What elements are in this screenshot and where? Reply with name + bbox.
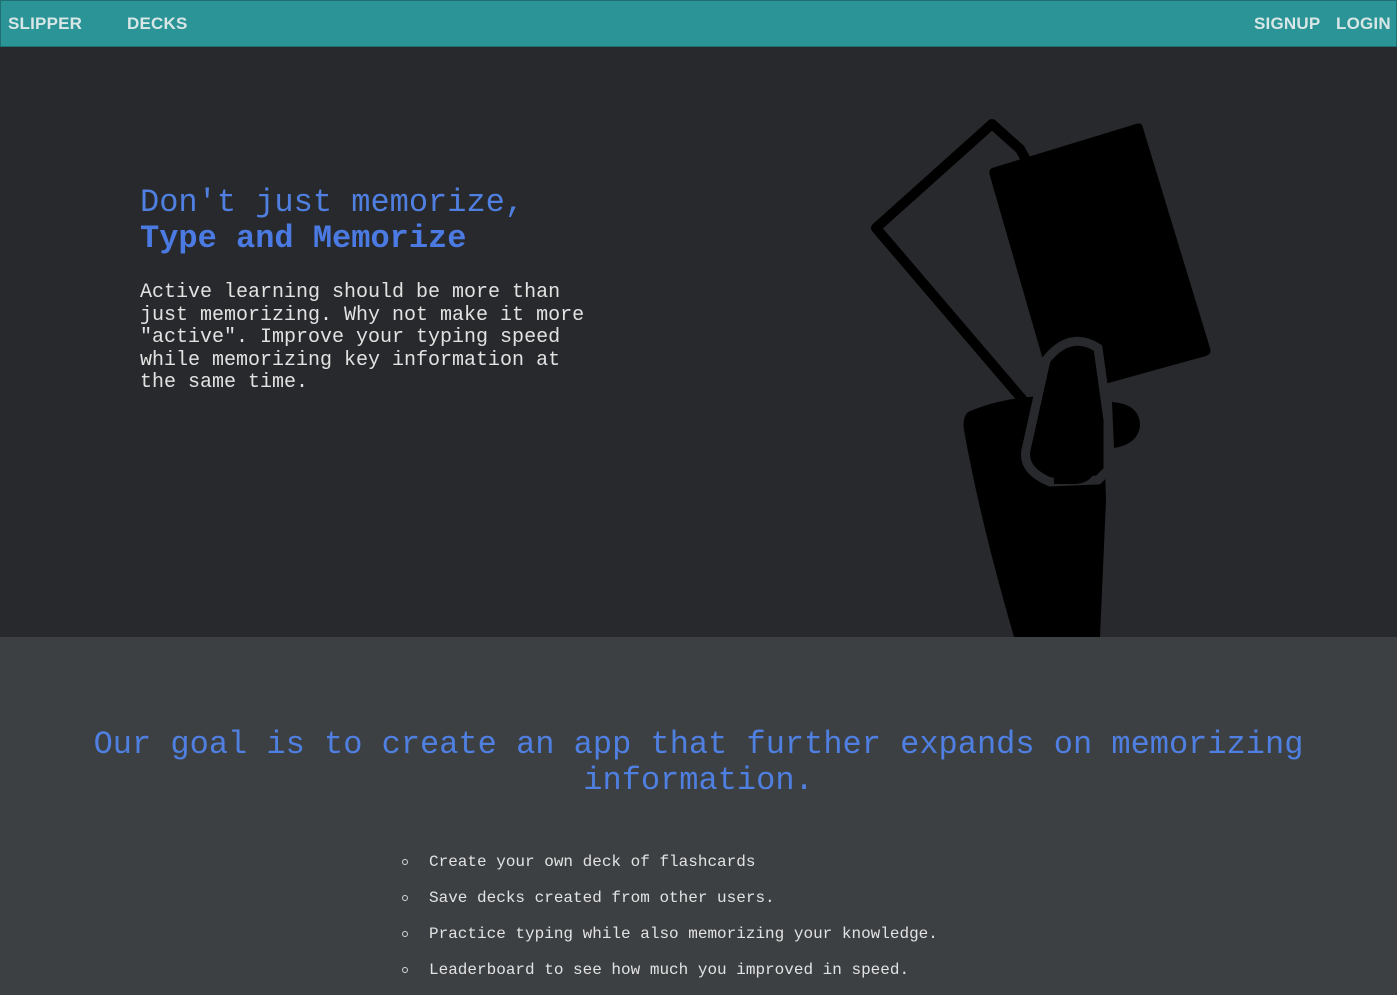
bullet-circle-icon (402, 967, 408, 973)
hand-holding-flashcards-icon (871, 119, 1211, 637)
goal-section: Our goal is to create an app that furthe… (0, 637, 1397, 995)
bullet-circle-icon (402, 895, 408, 901)
nav-signup-link[interactable]: SIGNUP (1254, 14, 1320, 34)
bullet-circle-icon (402, 931, 408, 937)
goal-heading: Our goal is to create an app that furthe… (93, 726, 1304, 799)
feature-item: Leaderboard to see how much you improved… (400, 959, 938, 995)
brand-link[interactable]: SLIPPER (8, 14, 82, 34)
nav-decks-link[interactable]: DECKS (127, 14, 188, 34)
hero-title-line-1: Don't just memorize, (140, 184, 525, 221)
hero-description: Active learning should be more than just… (140, 281, 585, 394)
feature-text: Practice typing while also memorizing yo… (429, 925, 938, 943)
feature-text: Leaderboard to see how much you improved… (429, 961, 910, 979)
nav-login-link[interactable]: LOGIN (1336, 14, 1391, 34)
top-navbar: SLIPPER DECKS SIGNUP LOGIN (0, 0, 1397, 47)
feature-text: Save decks created from other users. (429, 889, 775, 907)
hero-section: Don't just memorize, Type and Memorize A… (0, 47, 1397, 637)
bullet-circle-icon (402, 859, 408, 865)
feature-item: Create your own deck of flashcards (400, 851, 938, 887)
hero-title-line-2: Type and Memorize (140, 220, 467, 257)
feature-item: Practice typing while also memorizing yo… (400, 923, 938, 959)
feature-item: Save decks created from other users. (400, 887, 938, 923)
feature-text: Create your own deck of flashcards (429, 853, 756, 871)
feature-list: Create your own deck of flashcards Save … (400, 851, 938, 995)
